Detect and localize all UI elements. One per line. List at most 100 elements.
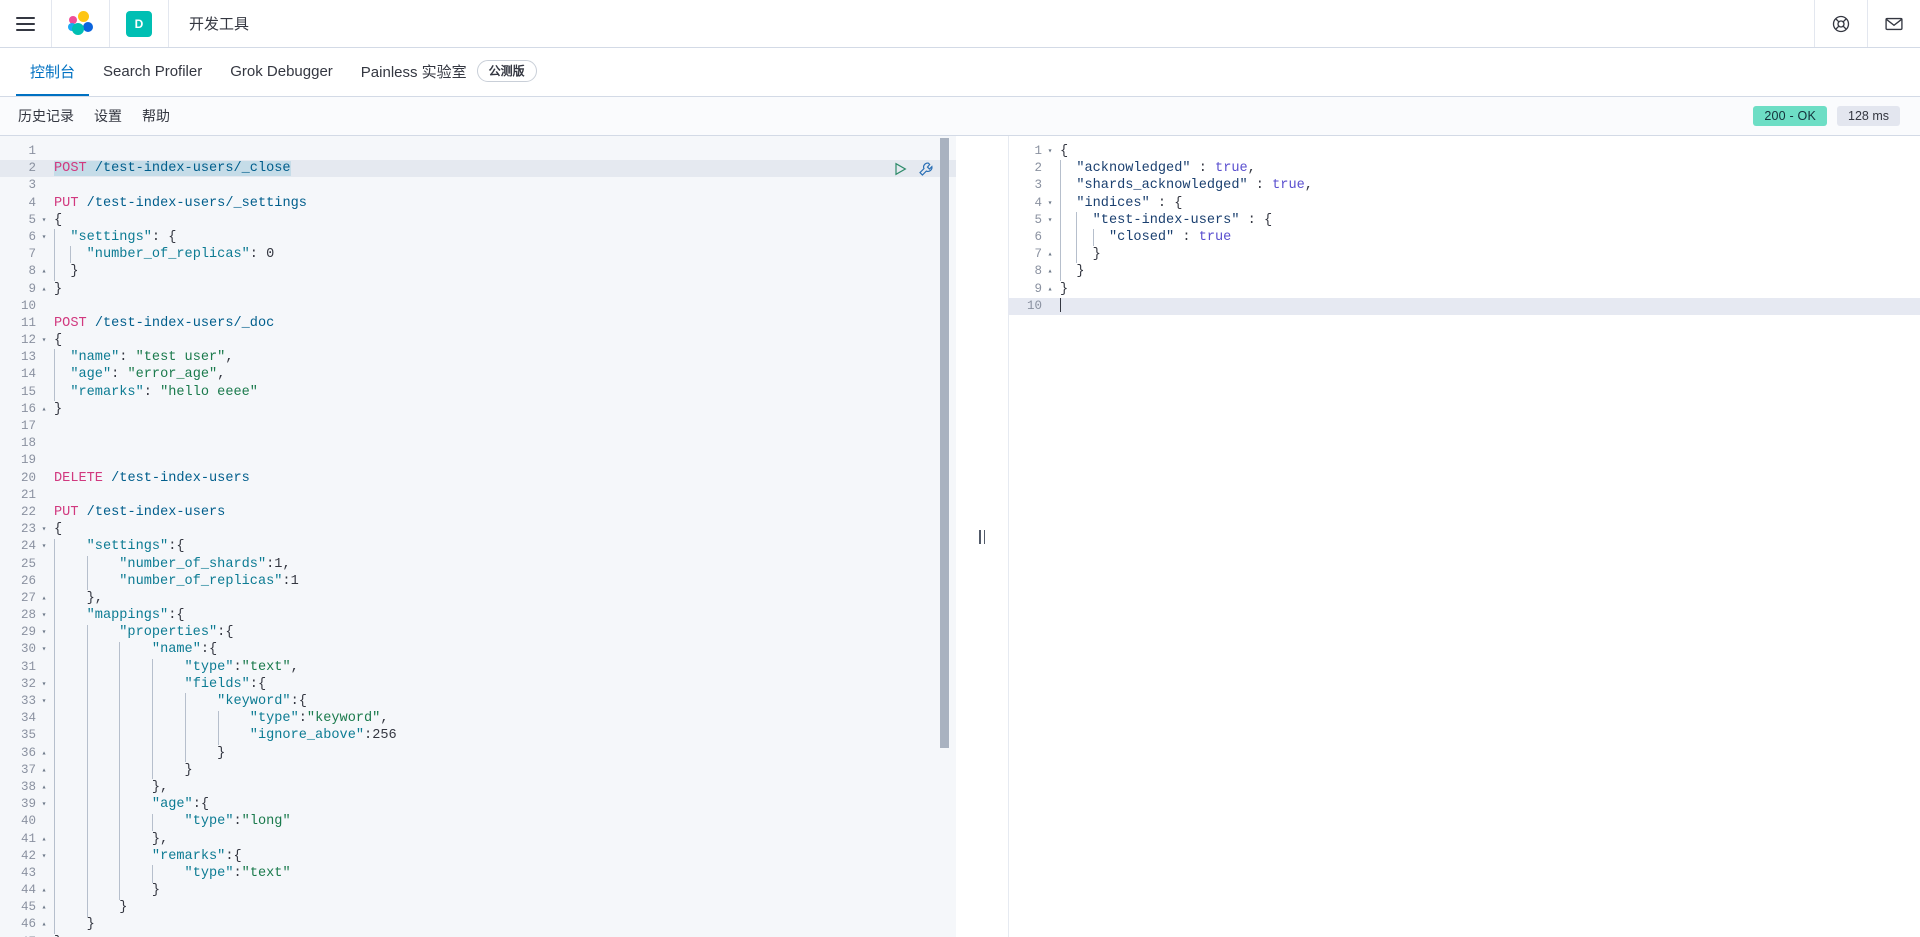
editor-line[interactable]: 4 ▾ "indices" : { xyxy=(1008,195,1920,212)
editor-line[interactable]: 26 "number_of_replicas":1 xyxy=(0,573,956,590)
request-editor-vertical-scrollbar[interactable] xyxy=(940,136,949,937)
editor-line[interactable]: 14 "age": "error_age", xyxy=(0,366,956,383)
editor-line[interactable]: 7 ▴ } xyxy=(1008,246,1920,263)
editor-line[interactable]: 5 ▾ "test-index-users" : { xyxy=(1008,212,1920,229)
fold-toggle-icon[interactable]: ▴ xyxy=(1044,246,1056,263)
fold-toggle-icon[interactable]: ▾ xyxy=(38,848,50,865)
editor-line[interactable]: 1 xyxy=(0,143,956,160)
response-editor[interactable]: 1 ▾{2 "acknowledged" : true, 3 "shards_ack… xyxy=(1008,136,1920,937)
editor-line[interactable]: 3 xyxy=(0,177,956,194)
editor-line[interactable]: 1 ▾ { xyxy=(1008,143,1920,160)
editor-line[interactable]: 21 xyxy=(0,487,956,504)
editor-line[interactable]: 23 ▾{ xyxy=(0,521,956,538)
editor-line[interactable]: 30 ▾ "name":{ xyxy=(0,641,956,658)
fold-toggle-icon[interactable]: ▾ xyxy=(38,229,50,246)
editor-line[interactable]: 16 ▴} xyxy=(0,401,956,418)
editor-line[interactable]: 40 "type":"long" xyxy=(0,813,956,830)
editor-line[interactable]: 25 "number_of_shards":1, xyxy=(0,556,956,573)
editor-line[interactable]: 13 "name": "test user", xyxy=(0,349,956,366)
fold-toggle-icon[interactable]: ▴ xyxy=(38,281,50,298)
editor-line[interactable]: 22 PUT /test-index-users xyxy=(0,504,956,521)
editor-line[interactable]: 35 "ignore_above":256 xyxy=(0,727,956,744)
fold-toggle-icon[interactable]: ▾ xyxy=(38,538,50,555)
editor-line[interactable]: 42 ▾ "remarks":{ xyxy=(0,848,956,865)
fold-toggle-icon[interactable]: ▾ xyxy=(38,641,50,658)
fold-toggle-icon[interactable]: ▴ xyxy=(38,745,50,762)
editor-line[interactable]: 17 xyxy=(0,418,956,435)
play-request-icon[interactable] xyxy=(892,161,908,177)
mail-button[interactable] xyxy=(1867,0,1920,47)
editor-line[interactable]: 8 ▴ } xyxy=(1008,263,1920,280)
fold-toggle-icon[interactable]: ▾ xyxy=(38,521,50,538)
editor-line[interactable]: 2 "acknowledged" : true, xyxy=(1008,160,1920,177)
editor-line[interactable]: 6 ▾ "settings": { xyxy=(0,229,956,246)
fold-toggle-icon[interactable]: ▾ xyxy=(38,607,50,624)
elastic-home-link[interactable] xyxy=(52,0,110,47)
fold-toggle-icon[interactable]: ▴ xyxy=(38,899,50,916)
editor-line[interactable]: 10 xyxy=(0,298,956,315)
fold-toggle-icon[interactable]: ▴ xyxy=(38,831,50,848)
editor-line[interactable]: 4 PUT /test-index-users/_settings xyxy=(0,195,956,212)
editor-line[interactable]: 19 xyxy=(0,452,956,469)
editor-line[interactable]: 9 ▴} xyxy=(0,281,956,298)
editor-line[interactable]: 32 ▾ "fields":{ xyxy=(0,676,956,693)
editor-line[interactable]: 45 ▴ } xyxy=(0,899,956,916)
fold-toggle-icon[interactable]: ▾ xyxy=(38,693,50,710)
tab-painless-lab[interactable]: Painless 实验室 公测版 xyxy=(347,48,551,96)
hamburger-menu-icon[interactable] xyxy=(16,16,35,31)
response-editor-pane[interactable]: 1 ▾{2 "acknowledged" : true, 3 "shards_ack… xyxy=(1008,136,1920,937)
editor-line[interactable]: 38 ▴ }, xyxy=(0,779,956,796)
fold-toggle-icon[interactable]: ▾ xyxy=(38,212,50,229)
fold-toggle-icon[interactable]: ▴ xyxy=(38,882,50,899)
fold-toggle-icon[interactable]: ▾ xyxy=(38,332,50,349)
editor-line[interactable]: 39 ▾ "age":{ xyxy=(0,796,956,813)
editor-line[interactable]: 29 ▾ "properties":{ xyxy=(0,624,956,641)
nav-menu-button[interactable] xyxy=(0,0,52,47)
space-avatar[interactable]: D xyxy=(110,0,169,47)
editor-line[interactable]: 5 ▾{ xyxy=(0,212,956,229)
editor-line[interactable]: 37 ▴ } xyxy=(0,762,956,779)
fold-toggle-icon[interactable]: ▾ xyxy=(1044,195,1056,212)
tab-grok-debugger[interactable]: Grok Debugger xyxy=(216,48,347,96)
fold-toggle-icon[interactable]: ▴ xyxy=(38,401,50,418)
editor-line[interactable]: 31 "type":"text", xyxy=(0,659,956,676)
fold-toggle-icon[interactable]: ▴ xyxy=(38,934,50,937)
fold-toggle-icon[interactable]: ▾ xyxy=(1044,143,1056,160)
fold-toggle-icon[interactable]: ▾ xyxy=(38,676,50,693)
fold-toggle-icon[interactable]: ▴ xyxy=(38,916,50,933)
editor-line[interactable]: 43 "type":"text" xyxy=(0,865,956,882)
request-editor[interactable]: 1 2 POST /test-index-users/_close 3 4 PUT /te… xyxy=(0,136,956,937)
editor-line[interactable]: 9 ▴} xyxy=(1008,281,1920,298)
editor-line[interactable]: 10 xyxy=(1008,297,1920,315)
editor-line[interactable]: 47▴} xyxy=(0,934,956,937)
editor-line[interactable]: 41 ▴ }, xyxy=(0,831,956,848)
help-link-button[interactable]: 帮助 xyxy=(132,100,180,132)
editor-line[interactable]: 44 ▴ } xyxy=(0,882,956,899)
editor-line[interactable]: 24 ▾ "settings":{ xyxy=(0,538,956,555)
scrollbar-thumb[interactable] xyxy=(940,138,949,748)
editor-line[interactable]: 27 ▴ }, xyxy=(0,590,956,607)
editor-line[interactable]: 36 ▴ } xyxy=(0,745,956,762)
editor-line[interactable]: 12 ▾{ xyxy=(0,332,956,349)
fold-toggle-icon[interactable]: ▴ xyxy=(38,779,50,796)
editor-line[interactable]: 46 ▴ } xyxy=(0,916,956,933)
editor-line[interactable]: 6 "closed" : true xyxy=(1008,229,1920,246)
editor-line[interactable]: 34 "type":"keyword", xyxy=(0,710,956,727)
fold-toggle-icon[interactable]: ▴ xyxy=(38,762,50,779)
editor-line[interactable]: 28 ▾ "mappings":{ xyxy=(0,607,956,624)
help-button[interactable] xyxy=(1814,0,1867,47)
drag-handle-icon[interactable] xyxy=(979,529,985,544)
history-button[interactable]: 历史记录 xyxy=(8,100,84,132)
editor-line[interactable]: 18 xyxy=(0,435,956,452)
settings-button[interactable]: 设置 xyxy=(84,100,132,132)
fold-toggle-icon[interactable]: ▴ xyxy=(38,263,50,280)
editor-line[interactable]: 15 "remarks": "hello eeee" xyxy=(0,384,956,401)
editor-line[interactable]: 3 "shards_acknowledged" : true, xyxy=(1008,177,1920,194)
editor-line[interactable]: 33 ▾ "keyword":{ xyxy=(0,693,956,710)
editor-line[interactable]: 11 POST /test-index-users/_doc xyxy=(0,315,956,332)
tab-search-profiler[interactable]: Search Profiler xyxy=(89,48,216,96)
tab-console[interactable]: 控制台 xyxy=(16,48,90,96)
editor-line[interactable]: 7 "number_of_replicas": 0 xyxy=(0,246,956,263)
fold-toggle-icon[interactable]: ▴ xyxy=(1044,263,1056,280)
fold-toggle-icon[interactable]: ▾ xyxy=(38,796,50,813)
